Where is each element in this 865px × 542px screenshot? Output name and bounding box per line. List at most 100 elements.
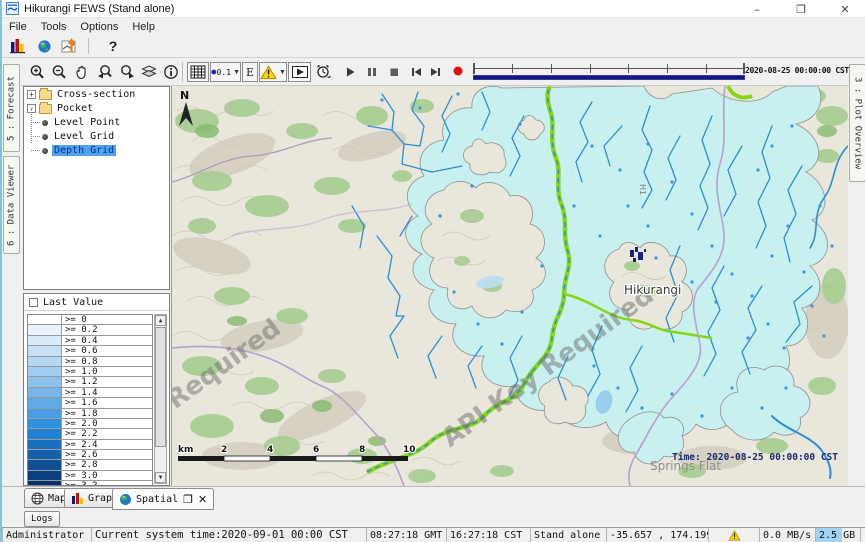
maximize-button[interactable]: ❐ — [779, 0, 823, 18]
legend-entry-label: >= 3.0 — [62, 471, 98, 480]
mode-segment: Stand alone — [530, 528, 607, 542]
pause-button-icon[interactable] — [364, 64, 380, 80]
scroll-down-icon[interactable]: ▼ — [155, 472, 166, 483]
menu-file[interactable]: File — [2, 18, 34, 35]
close-button[interactable]: ✕ — [823, 0, 865, 18]
legend-entry[interactable]: >= 0 — [28, 315, 152, 325]
database-display-button[interactable] — [8, 37, 28, 55]
local-time-segment: 16:27:18 CST — [446, 528, 531, 542]
map-viewport[interactable]: API Key Required API Key Required Hikura… — [171, 86, 848, 486]
spatial-display-button[interactable] — [34, 37, 54, 55]
legend-color-swatch — [28, 450, 62, 459]
svg-text:N: N — [180, 89, 189, 102]
legend-color-swatch — [28, 388, 62, 397]
status-warning-segment[interactable] — [708, 528, 760, 542]
right-tab-strip: 3 : Plot Overview — [848, 58, 865, 486]
help-button[interactable]: ? — [103, 37, 123, 55]
legend-entry[interactable]: >= 2.6 — [28, 450, 152, 460]
zoom-in-icon[interactable] — [29, 64, 45, 80]
stop-button-icon[interactable] — [386, 64, 402, 80]
memory-segment: 2.5 GB — [815, 528, 861, 542]
legend-entry[interactable]: >= 1.8 — [28, 409, 152, 419]
scroll-thumb[interactable] — [155, 327, 166, 447]
legend-entry[interactable]: >= 0.8 — [28, 357, 152, 367]
transfer-rate-segment: 0.0 MB/s — [759, 528, 816, 542]
tab-forecast[interactable]: 5 : Forecast — [3, 64, 20, 152]
tree-item-depth-grid[interactable]: Depth Grid — [24, 144, 169, 157]
chevron-down-icon: ▼ — [279, 69, 286, 76]
legend-entry-label: >= 0.2 — [62, 325, 98, 334]
tab-maximize-icon[interactable]: ❐ — [183, 493, 193, 506]
tree-item-pocket[interactable]: - Pocket — [24, 102, 169, 115]
tree-item-cross-section[interactable]: + Cross-section — [24, 88, 169, 101]
node-bullet-icon — [42, 134, 48, 140]
filter-panel: + Cross-section - Pocket Level Point Lev… — [21, 86, 171, 486]
legend-entry-label: >= 0.4 — [62, 336, 98, 345]
town-label: Hikurangi — [624, 283, 681, 297]
toolbar-separator — [88, 38, 89, 54]
chevron-down-icon: ▼ — [233, 69, 240, 76]
warnings-dropdown[interactable]: ▼ — [259, 62, 287, 82]
legend-entry[interactable]: >= 1.2 — [28, 377, 152, 387]
legend-entry-label: >= 0 — [62, 315, 87, 324]
menu-help[interactable]: Help — [125, 18, 162, 35]
system-time-segment: Current system time:2020-09-01 00:00 CST — [91, 528, 367, 542]
legend-entry[interactable]: >= 0.4 — [28, 336, 152, 346]
last-value-checkbox[interactable] — [29, 298, 38, 307]
menu-tools[interactable]: Tools — [34, 18, 74, 35]
legend-entry[interactable]: >= 1.0 — [28, 367, 152, 377]
step-back-icon[interactable] — [408, 64, 424, 80]
legend-entry[interactable]: >= 0.2 — [28, 325, 152, 335]
zoom-previous-icon[interactable] — [97, 64, 113, 80]
app-logo-icon — [6, 2, 19, 15]
legend-entry[interactable]: >= 2.0 — [28, 419, 152, 429]
bottom-tab-bar: Map Graph Spatial ❐ ✕ Logs — [2, 486, 865, 527]
timeseries-display-button[interactable] — [60, 37, 80, 55]
zoom-next-icon[interactable] — [119, 64, 135, 80]
legend-color-swatch — [28, 409, 62, 418]
legend-entry-label: >= 2.0 — [62, 419, 98, 428]
step-forward-icon[interactable] — [428, 64, 444, 80]
pan-hand-icon[interactable] — [73, 64, 89, 80]
svg-text:10: 10 — [403, 445, 416, 455]
animation-button[interactable] — [288, 62, 311, 82]
current-time-label: 2020-08-25 00:00:00 CST — [745, 66, 847, 75]
legend-entry[interactable]: >= 1.6 — [28, 398, 152, 408]
tab-close-icon[interactable]: ✕ — [198, 493, 207, 506]
minimize-button[interactable]: – — [735, 0, 779, 18]
record-icon[interactable] — [452, 65, 464, 77]
legend-scrollbar[interactable]: ▲ ▼ — [154, 314, 167, 484]
legend-entry[interactable]: >= 0.6 — [28, 346, 152, 356]
tab-data-viewer[interactable]: 6 : Data Viewer — [3, 156, 20, 254]
tree-item-level-point[interactable]: Level Point — [24, 116, 169, 129]
legend-toggle-button[interactable]: E — [242, 62, 258, 82]
legend-entry[interactable]: >= 2.4 — [28, 440, 152, 450]
legend-entry[interactable]: >= 1.4 — [28, 388, 152, 398]
tree-item-level-grid[interactable]: Level Grid — [24, 130, 169, 143]
status-bar: Administrator Current system time:2020-0… — [2, 527, 865, 542]
tab-plot-overview[interactable]: 3 : Plot Overview — [849, 64, 865, 182]
animation-settings-clock-icon[interactable] — [315, 64, 331, 80]
time-slider[interactable] — [473, 63, 745, 81]
bar-chart-icon — [71, 492, 84, 505]
info-icon[interactable] — [163, 64, 179, 80]
expand-icon[interactable]: + — [27, 90, 36, 99]
menu-options[interactable]: Options — [73, 18, 125, 35]
legend-entry[interactable]: >= 2.2 — [28, 429, 152, 439]
user-segment: Administrator — [2, 528, 92, 542]
globe-icon — [119, 493, 132, 506]
contour-threshold-dropdown[interactable]: 0.1 ▼ — [210, 62, 241, 82]
folder-icon — [39, 104, 52, 114]
legend-entry[interactable]: >= 3.0 — [28, 471, 152, 481]
svg-text:2: 2 — [221, 445, 227, 455]
legend-color-swatch — [28, 377, 62, 386]
legend-entry[interactable]: >= 2.8 — [28, 460, 152, 470]
play-button-icon[interactable] — [342, 64, 358, 80]
toolbar-separator — [182, 62, 183, 82]
layers-icon[interactable] — [141, 64, 157, 80]
scroll-up-icon[interactable]: ▲ — [155, 315, 166, 326]
logs-button[interactable]: Logs — [24, 511, 60, 527]
grid-display-button[interactable] — [187, 62, 209, 82]
zoom-out-icon[interactable] — [51, 64, 67, 80]
tab-spatial[interactable]: Spatial ❐ ✕ — [112, 488, 214, 510]
